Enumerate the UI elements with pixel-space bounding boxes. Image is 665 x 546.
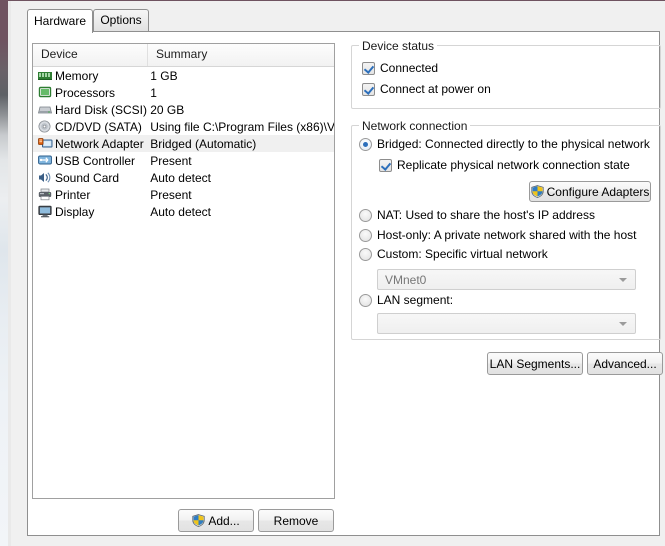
device-row-summary: Present xyxy=(150,153,192,168)
device-list-body: Memory 1 GB Processors 1 Hard Disk (SCSI) 20 … xyxy=(33,67,334,220)
radio-host-only-label: Host-only: A private network shared with… xyxy=(377,228,637,242)
radio-custom-button[interactable] xyxy=(359,247,372,261)
configure-adapters-button-label: Configure Adapters xyxy=(546,184,650,199)
device-status-title: Device status xyxy=(359,39,438,53)
device-row-summary: Using file C:\Program Files (x86)\V… xyxy=(150,119,334,134)
radio-bridged[interactable]: Bridged: Connected directly to the physi… xyxy=(359,137,650,151)
checkbox-connect-at-power-on-label: Connect at power on xyxy=(380,82,491,96)
device-row-name-cell: Display xyxy=(33,205,147,219)
vm-settings-dialog: Hardware Options Device Summary Memory 1 … xyxy=(11,1,665,546)
radio-nat-label: NAT: Used to share the host's IP address xyxy=(377,208,595,222)
checkbox-connect-at-power-on[interactable]: Connect at power on xyxy=(362,82,491,96)
network-adapter-icon xyxy=(38,137,53,150)
tab-hardware[interactable]: Hardware xyxy=(27,9,93,33)
radio-bridged-label: Bridged: Connected directly to the physi… xyxy=(377,137,650,151)
device-row-name-cell: Printer xyxy=(33,188,147,202)
sound-card-icon xyxy=(38,171,53,184)
advanced-button[interactable]: Advanced... xyxy=(587,352,663,375)
checkbox-replicate-physical-state-label: Replicate physical network connection st… xyxy=(397,158,630,172)
cd-dvd-icon xyxy=(38,120,53,133)
printer-icon xyxy=(38,188,53,201)
device-row-printer[interactable]: Printer Present xyxy=(33,186,334,203)
uac-shield-icon xyxy=(531,185,544,198)
device-list[interactable]: Device Summary Memory 1 GB Processors 1 Hard… xyxy=(32,43,335,499)
radio-nat-button[interactable] xyxy=(359,208,372,222)
radio-lan-segment-button[interactable] xyxy=(359,293,372,307)
device-row-label: Printer xyxy=(55,187,91,202)
display-icon xyxy=(38,205,53,218)
processor-icon xyxy=(38,86,53,99)
network-connection-title: Network connection xyxy=(359,119,471,133)
checkbox-replicate-physical-state-box[interactable] xyxy=(379,158,392,172)
column-header-device[interactable]: Device xyxy=(33,44,148,66)
checkbox-replicate-physical-state[interactable]: Replicate physical network connection st… xyxy=(379,158,630,172)
device-row-label: Processors xyxy=(55,85,116,100)
remove-device-button-label: Remove xyxy=(273,513,319,528)
remove-device-button[interactable]: Remove xyxy=(258,509,334,532)
device-row-label: CD/DVD (SATA) xyxy=(55,119,142,134)
device-row-name-cell: USB Controller xyxy=(33,154,147,168)
device-row-summary: Auto detect xyxy=(150,204,211,219)
device-row-label: Memory xyxy=(55,68,99,83)
device-row-summary: Present xyxy=(150,187,192,202)
device-row-memory[interactable]: Memory 1 GB xyxy=(33,67,334,84)
device-row-summary: 1 GB xyxy=(150,68,178,83)
device-row-label: Sound Card xyxy=(55,170,120,185)
device-list-header: Device Summary xyxy=(33,44,334,67)
device-row-name-cell: CD/DVD (SATA) xyxy=(33,120,147,134)
checkbox-connected-label: Connected xyxy=(380,61,439,75)
device-row-name-cell: Sound Card xyxy=(33,171,147,185)
device-row-label: USB Controller xyxy=(55,153,136,168)
device-row-label: Display xyxy=(55,204,95,219)
device-row-summary: 1 xyxy=(150,85,157,100)
checkbox-connect-at-power-on-box[interactable] xyxy=(362,82,375,96)
radio-nat[interactable]: NAT: Used to share the host's IP address xyxy=(359,208,595,222)
device-row-usb-controller[interactable]: USB Controller Present xyxy=(33,152,334,169)
add-device-button-label: Add... xyxy=(208,513,240,528)
lan-segment-dropdown[interactable] xyxy=(377,313,636,334)
radio-custom[interactable]: Custom: Specific virtual network xyxy=(359,247,548,261)
chevron-down-icon[interactable] xyxy=(619,278,627,282)
device-row-network-adapter[interactable]: Network Adapter Bridged (Automatic) xyxy=(33,135,334,152)
tab-options[interactable]: Options xyxy=(93,9,149,31)
radio-lan-segment[interactable]: LAN segment: xyxy=(359,293,453,307)
usb-controller-icon xyxy=(38,154,53,167)
radio-lan-segment-label: LAN segment: xyxy=(377,293,454,307)
window-frame-left-edge xyxy=(0,0,8,546)
custom-network-dropdown[interactable]: VMnet0 xyxy=(377,269,636,290)
hard-disk-icon xyxy=(37,103,53,116)
device-row-display[interactable]: Display Auto detect xyxy=(33,203,334,220)
column-header-summary[interactable]: Summary xyxy=(148,44,335,66)
device-row-name-cell: Memory xyxy=(33,69,147,83)
add-device-button[interactable]: Add... xyxy=(178,509,254,532)
memory-icon xyxy=(38,69,53,82)
checkbox-connected-box[interactable] xyxy=(362,61,375,75)
configure-adapters-button[interactable]: Configure Adapters xyxy=(529,181,651,202)
radio-host-only[interactable]: Host-only: A private network shared with… xyxy=(359,228,636,242)
uac-shield-icon xyxy=(192,514,205,527)
device-row-summary: Auto detect xyxy=(150,170,211,185)
device-row-name-cell: Processors xyxy=(33,86,147,100)
checkbox-connected[interactable]: Connected xyxy=(362,61,438,75)
device-row-cd-dvd-sata[interactable]: CD/DVD (SATA) Using file C:\Program Files… xyxy=(33,118,334,135)
device-row-label: Network Adapter xyxy=(55,136,144,151)
radio-bridged-button[interactable] xyxy=(359,137,372,151)
device-row-name-cell: Network Adapter xyxy=(33,137,147,151)
lan-segments-button-label: LAN Segments... xyxy=(489,356,581,371)
device-row-processors[interactable]: Processors 1 xyxy=(33,84,334,101)
lan-segments-button[interactable]: LAN Segments... xyxy=(487,352,583,375)
device-row-label: Hard Disk (SCSI) xyxy=(55,102,148,117)
radio-custom-label: Custom: Specific virtual network xyxy=(377,247,548,261)
radio-host-only-button[interactable] xyxy=(359,228,372,242)
device-row-hard-disk-scsi[interactable]: Hard Disk (SCSI) 20 GB xyxy=(33,101,334,118)
device-row-summary: Bridged (Automatic) xyxy=(150,136,257,151)
device-row-summary: 20 GB xyxy=(150,102,185,117)
device-status-group: Device status xyxy=(351,39,661,109)
advanced-button-label: Advanced... xyxy=(593,356,657,371)
chevron-down-icon[interactable] xyxy=(619,322,627,326)
device-row-name-cell: Hard Disk (SCSI) xyxy=(33,103,147,117)
device-row-sound-card[interactable]: Sound Card Auto detect xyxy=(33,169,334,186)
custom-network-dropdown-value: VMnet0 xyxy=(385,272,427,287)
